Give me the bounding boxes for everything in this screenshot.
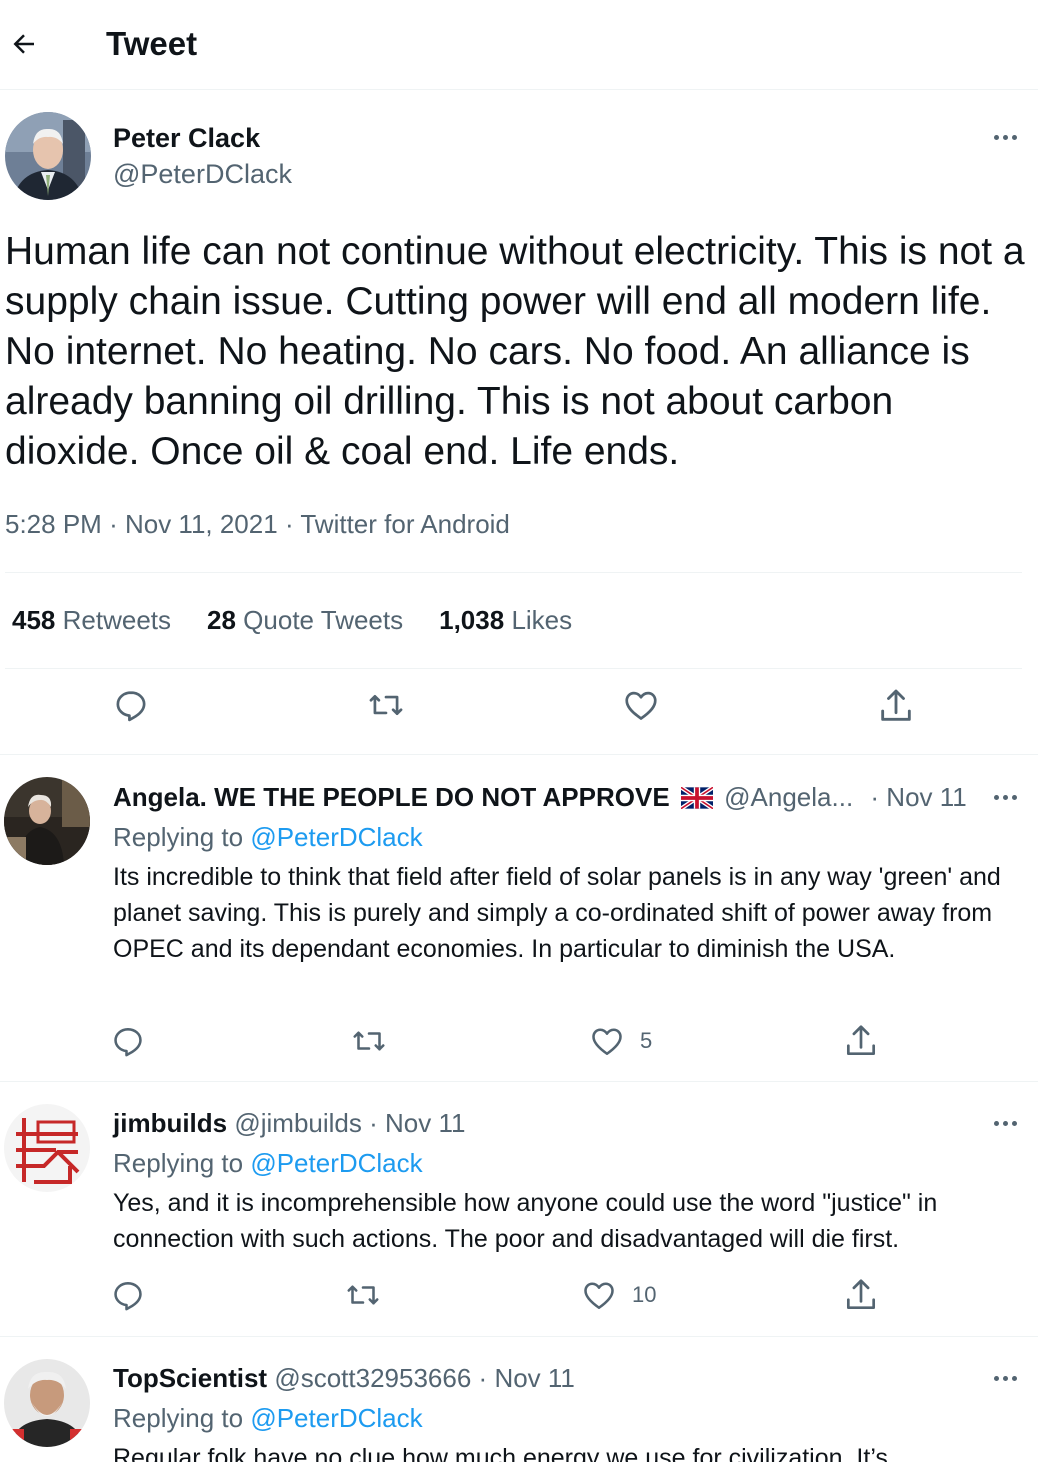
- reply-author-handle[interactable]: @Angela...: [724, 782, 853, 812]
- reply-author-name[interactable]: Angela. WE THE PEOPLE DO NOT APPROVE: [113, 782, 670, 812]
- tweet-time[interactable]: 5:28 PM: [5, 509, 102, 539]
- like-icon: [625, 691, 657, 720]
- back-arrow-icon: [13, 34, 34, 54]
- reply-date[interactable]: Nov 11: [385, 1108, 465, 1138]
- reply-text: Regular folk have no clue how much energ…: [113, 1444, 888, 1462]
- retweet-button[interactable]: [366, 686, 406, 724]
- reply-header: jimbuilds @jimbuilds · Nov 11: [113, 1108, 466, 1138]
- reply-more-button[interactable]: [988, 1368, 1022, 1388]
- likes-stat[interactable]: 1,038 Likes: [439, 603, 572, 637]
- reply-button[interactable]: [112, 686, 150, 724]
- tweet-text: Human life can not continue without elec…: [5, 230, 1025, 473]
- reply-tweet[interactable]: jimbuilds @jimbuilds · Nov 11 Replying t…: [0, 1083, 1038, 1337]
- replying-to: Replying to @PeterDClack: [113, 1148, 423, 1178]
- uk-flag-icon: [679, 785, 715, 811]
- reply-author-name[interactable]: jimbuilds: [113, 1108, 227, 1138]
- reply-header: Angela. WE THE PEOPLE DO NOT APPROVE @An…: [113, 782, 967, 812]
- divider: [5, 668, 1022, 669]
- share-icon: [881, 689, 911, 721]
- reply-more-button[interactable]: [988, 787, 1022, 807]
- reply-author-handle[interactable]: @scott32953666: [274, 1363, 471, 1393]
- reply-button[interactable]: [110, 1023, 146, 1059]
- top-bar: Tweet: [0, 0, 1038, 90]
- more-icon: [993, 1375, 999, 1381]
- share-button[interactable]: [842, 1022, 880, 1060]
- like-button[interactable]: 5: [588, 1023, 652, 1059]
- reply-icon: [116, 691, 146, 722]
- retweet-button[interactable]: [344, 1277, 382, 1313]
- tweet-meta: 5:28 PM · Nov 11, 2021 · Twitter for And…: [5, 509, 510, 539]
- reply-date[interactable]: Nov 11: [494, 1363, 574, 1393]
- reply-avatar[interactable]: [4, 1104, 90, 1192]
- more-options-button[interactable]: [988, 127, 1022, 147]
- share-button[interactable]: [876, 686, 916, 726]
- reply-avatar[interactable]: [4, 1359, 90, 1447]
- like-button[interactable]: [621, 686, 661, 724]
- reply-author-name[interactable]: TopScientist: [113, 1363, 267, 1393]
- share-button[interactable]: [842, 1276, 880, 1314]
- reply-header: TopScientist @scott32953666 · Nov 11: [113, 1363, 575, 1393]
- retweet-icon: [369, 694, 403, 716]
- author-avatar[interactable]: [5, 112, 91, 200]
- back-button[interactable]: [4, 24, 44, 64]
- retweet-icon: [347, 1285, 379, 1305]
- author-handle[interactable]: @PeterDClack: [113, 157, 292, 191]
- page-title: Tweet: [106, 25, 198, 62]
- main-tweet: Peter Clack @PeterDClack Human life can …: [0, 91, 1038, 755]
- reply-text: Its incredible to think that field after…: [113, 863, 1001, 963]
- reply-tweet[interactable]: TopScientist @scott32953666 · Nov 11 Rep…: [0, 1338, 1038, 1462]
- like-count: 5: [640, 1028, 653, 1053]
- replying-to: Replying to @PeterDClack: [113, 1403, 423, 1433]
- replying-to-link[interactable]: @PeterDClack: [250, 1403, 422, 1433]
- reply-text: Yes, and it is incomprehensible how anyo…: [113, 1189, 938, 1253]
- share-icon: [846, 1279, 876, 1310]
- retweet-button[interactable]: [350, 1023, 388, 1059]
- share-icon: [846, 1025, 876, 1056]
- like-icon: [592, 1028, 622, 1056]
- replying-to-link[interactable]: @PeterDClack: [250, 822, 422, 852]
- reply-more-button[interactable]: [988, 1113, 1022, 1133]
- tweet-actions: [0, 686, 1038, 736]
- reply-icon: [114, 1028, 142, 1057]
- retweet-icon: [353, 1031, 385, 1051]
- like-icon: [584, 1282, 614, 1310]
- replying-to: Replying to @PeterDClack: [113, 822, 423, 852]
- reply-button[interactable]: [110, 1277, 146, 1313]
- reply-icon: [114, 1282, 142, 1311]
- reply-date[interactable]: Nov 11: [886, 782, 966, 812]
- reply-author-handle[interactable]: @jimbuilds: [234, 1108, 362, 1138]
- retweets-stat[interactable]: 458 Retweets: [12, 603, 171, 637]
- replying-to-link[interactable]: @PeterDClack: [250, 1148, 422, 1178]
- quote-tweets-stat[interactable]: 28 Quote Tweets: [207, 603, 403, 637]
- divider: [5, 572, 1022, 573]
- tweet-source[interactable]: Twitter for Android: [300, 509, 510, 539]
- more-icon: [993, 134, 999, 140]
- author-name[interactable]: Peter Clack: [113, 121, 260, 155]
- tweet-stats: 458 Retweets 28 Quote Tweets 1,038 Likes: [12, 603, 572, 637]
- tweet-date[interactable]: Nov 11, 2021: [125, 509, 278, 539]
- like-button[interactable]: 10: [580, 1277, 656, 1313]
- like-count: 10: [632, 1282, 657, 1307]
- more-icon: [993, 794, 999, 800]
- reply-avatar[interactable]: [4, 777, 90, 865]
- more-icon: [993, 1120, 999, 1126]
- reply-tweet[interactable]: Angela. WE THE PEOPLE DO NOT APPROVE @An…: [0, 756, 1038, 1082]
